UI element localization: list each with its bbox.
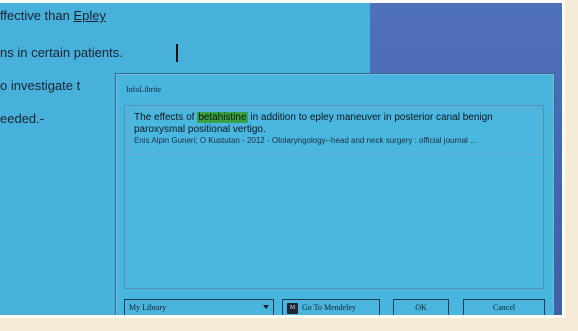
search-results-list[interactable]: The effects of betahistine in addition t… [124,105,544,289]
document-line-4: eeded.- [0,111,45,126]
matched-term: betahistine [197,112,248,123]
result-authors: Enis Alpin Guneri; O Kustutan - 2012 - O… [134,136,477,145]
citation-keyword: Epley [73,8,107,23]
chevron-down-icon [263,305,269,309]
document-line-3: o investigate t [0,78,81,93]
document-line-1: ffective than Epley [0,8,107,23]
document-line-2: ns in certain patients. [0,45,123,60]
search-result-item[interactable]: The effects of betahistine in addition t… [129,109,539,155]
text-cursor [176,44,178,62]
ok-button[interactable]: OK [393,299,449,315]
mendeley-icon: M [287,303,298,314]
go-to-mendeley-button[interactable]: M Go To Mendeley [282,299,380,315]
word-processor-window: ffective than Epley ns in certain patien… [0,0,565,318]
library-select[interactable]: My Library [124,299,274,315]
citation-dialog: InfoLibrite The effects of betahistine i… [116,74,554,315]
cancel-button[interactable]: Cancel [463,299,545,315]
dialog-button-bar: My Library M Go To Mendeley OK Cancel [124,299,548,315]
dialog-title: InfoLibrite [126,85,162,94]
result-title: The effects of betahistine in addition t… [134,112,493,135]
